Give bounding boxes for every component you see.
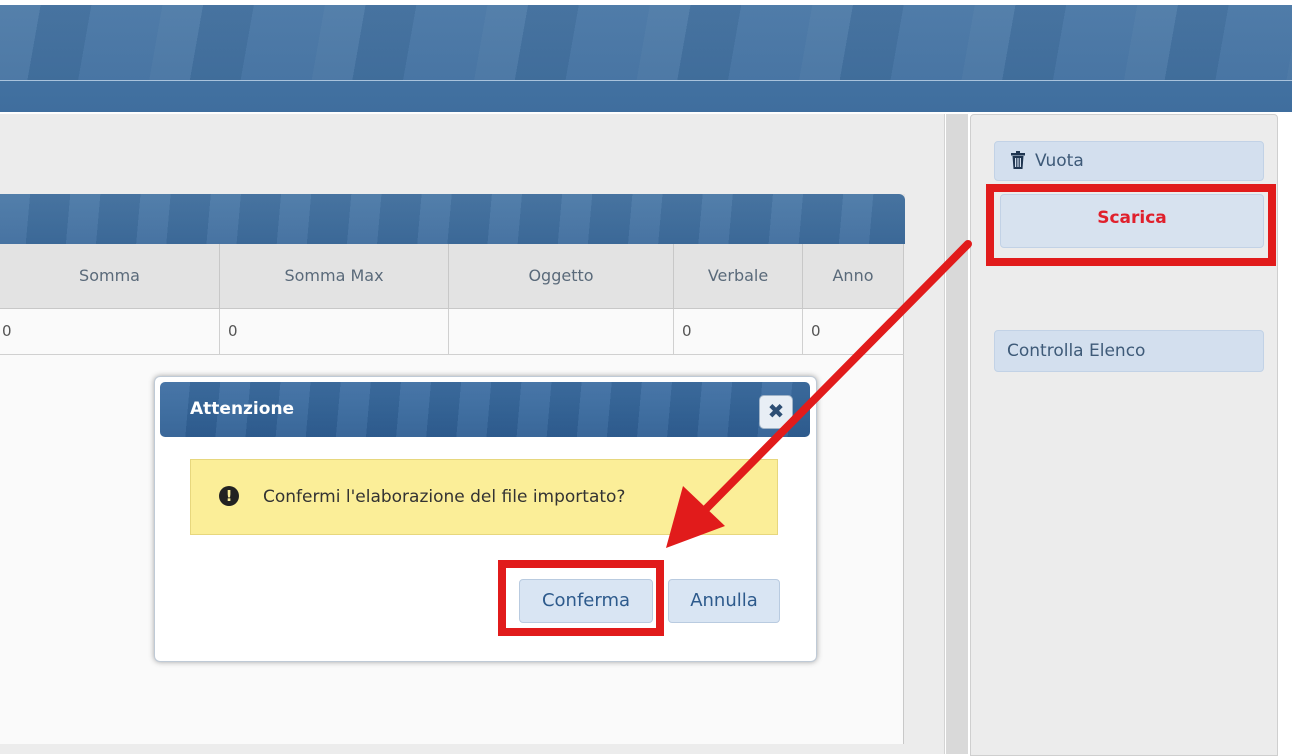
column-header-somma-max[interactable]: Somma Max (220, 244, 449, 308)
panel-splitter[interactable] (946, 114, 968, 754)
dialog-title: Attenzione (190, 399, 295, 419)
scarica-button[interactable]: Scarica (1000, 194, 1264, 248)
header-divider (0, 80, 1292, 81)
right-edge (1278, 114, 1292, 754)
close-icon[interactable]: ✖ (759, 395, 793, 429)
exclamation-circle-icon: ! (219, 486, 239, 506)
conferma-button[interactable]: Conferma (519, 579, 653, 623)
vuota-button-label: Vuota (1035, 151, 1084, 171)
annulla-button[interactable]: Annulla (668, 579, 780, 623)
controlla-elenco-button[interactable]: Controlla Elenco (994, 330, 1264, 372)
dialog-message: Confermi l'elaborazione del file importa… (263, 487, 626, 507)
grid-title-bar (0, 194, 905, 244)
column-header-oggetto[interactable]: Oggetto (449, 244, 674, 308)
cell-oggetto (449, 309, 674, 354)
column-header-anno[interactable]: Anno (803, 244, 903, 308)
header-texture (0, 5, 1292, 80)
table-row[interactable]: 0 0 0 0 (0, 309, 904, 355)
cell-prev-column: 0 (0, 309, 220, 354)
cell-anno: 0 (811, 322, 821, 340)
grid-title-texture (0, 194, 905, 244)
trash-icon (1011, 151, 1025, 174)
column-header-verbale[interactable]: Verbale (674, 244, 803, 308)
grid-column-headers: Somma Somma Max Oggetto Verbale Anno (0, 244, 904, 309)
vuota-button[interactable]: Vuota (994, 141, 1264, 181)
dialog-title-bar[interactable]: Attenzione ✖ (160, 382, 810, 437)
cell-verbale: 0 (674, 309, 803, 354)
dialog-message-box: ! Confermi l'elaborazione del file impor… (190, 459, 778, 535)
confirm-dialog: Attenzione ✖ ! Confermi l'elaborazione d… (154, 376, 817, 662)
column-header-somma[interactable]: Somma (0, 244, 220, 308)
app-header (0, 5, 1292, 112)
cell-somma-max: 0 (220, 309, 449, 354)
